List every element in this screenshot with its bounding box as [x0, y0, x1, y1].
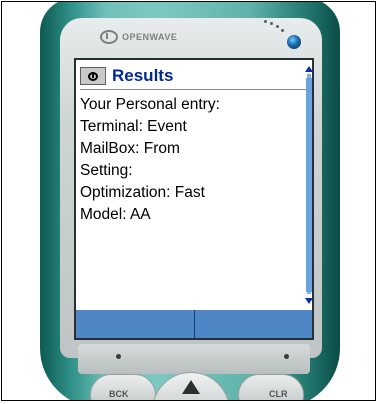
page-title: Results	[112, 66, 174, 85]
nav-up-arrow-icon[interactable]	[182, 380, 200, 394]
right-softkey[interactable]	[194, 310, 312, 338]
screen-header: Results	[80, 65, 173, 87]
scroll-up-icon[interactable]	[305, 66, 313, 72]
brand: OPENWAVE	[100, 24, 220, 50]
left-softkey-button[interactable]	[116, 354, 121, 359]
simulator-frame: OPENWAVE Results Your Personal entry: Te…	[1, 1, 376, 401]
result-line: Your Personal entry:	[80, 96, 220, 113]
brand-name: OPENWAVE	[122, 32, 178, 42]
left-softkey[interactable]	[76, 310, 195, 338]
softkey-bar	[76, 310, 312, 338]
result-line: Terminal: Event	[80, 118, 187, 135]
right-softkey-button[interactable]	[284, 354, 289, 359]
result-line: Model: AA	[80, 206, 151, 223]
softkey-buttons	[78, 344, 310, 374]
openwave-logo-icon	[100, 30, 118, 44]
clear-button[interactable]: CLR	[238, 374, 304, 400]
clear-label: CLR	[269, 389, 288, 399]
phone-screen: Results Your Personal entry: Terminal: E…	[74, 58, 314, 340]
scrollbar[interactable]	[305, 66, 313, 304]
openwave-logo-icon	[80, 67, 106, 85]
result-line: Setting:	[80, 162, 133, 179]
results-content: Your Personal entry: Terminal: Event Mai…	[80, 94, 304, 226]
result-line: MailBox: From	[80, 140, 180, 157]
result-line: Optimization: Fast	[80, 184, 205, 201]
title-divider	[80, 89, 306, 90]
back-button[interactable]: BCK	[90, 374, 156, 400]
scroll-thumb[interactable]	[306, 78, 312, 292]
back-label: BCK	[109, 389, 129, 399]
scroll-down-icon[interactable]	[305, 298, 313, 304]
led-indicator-icon	[287, 35, 301, 49]
